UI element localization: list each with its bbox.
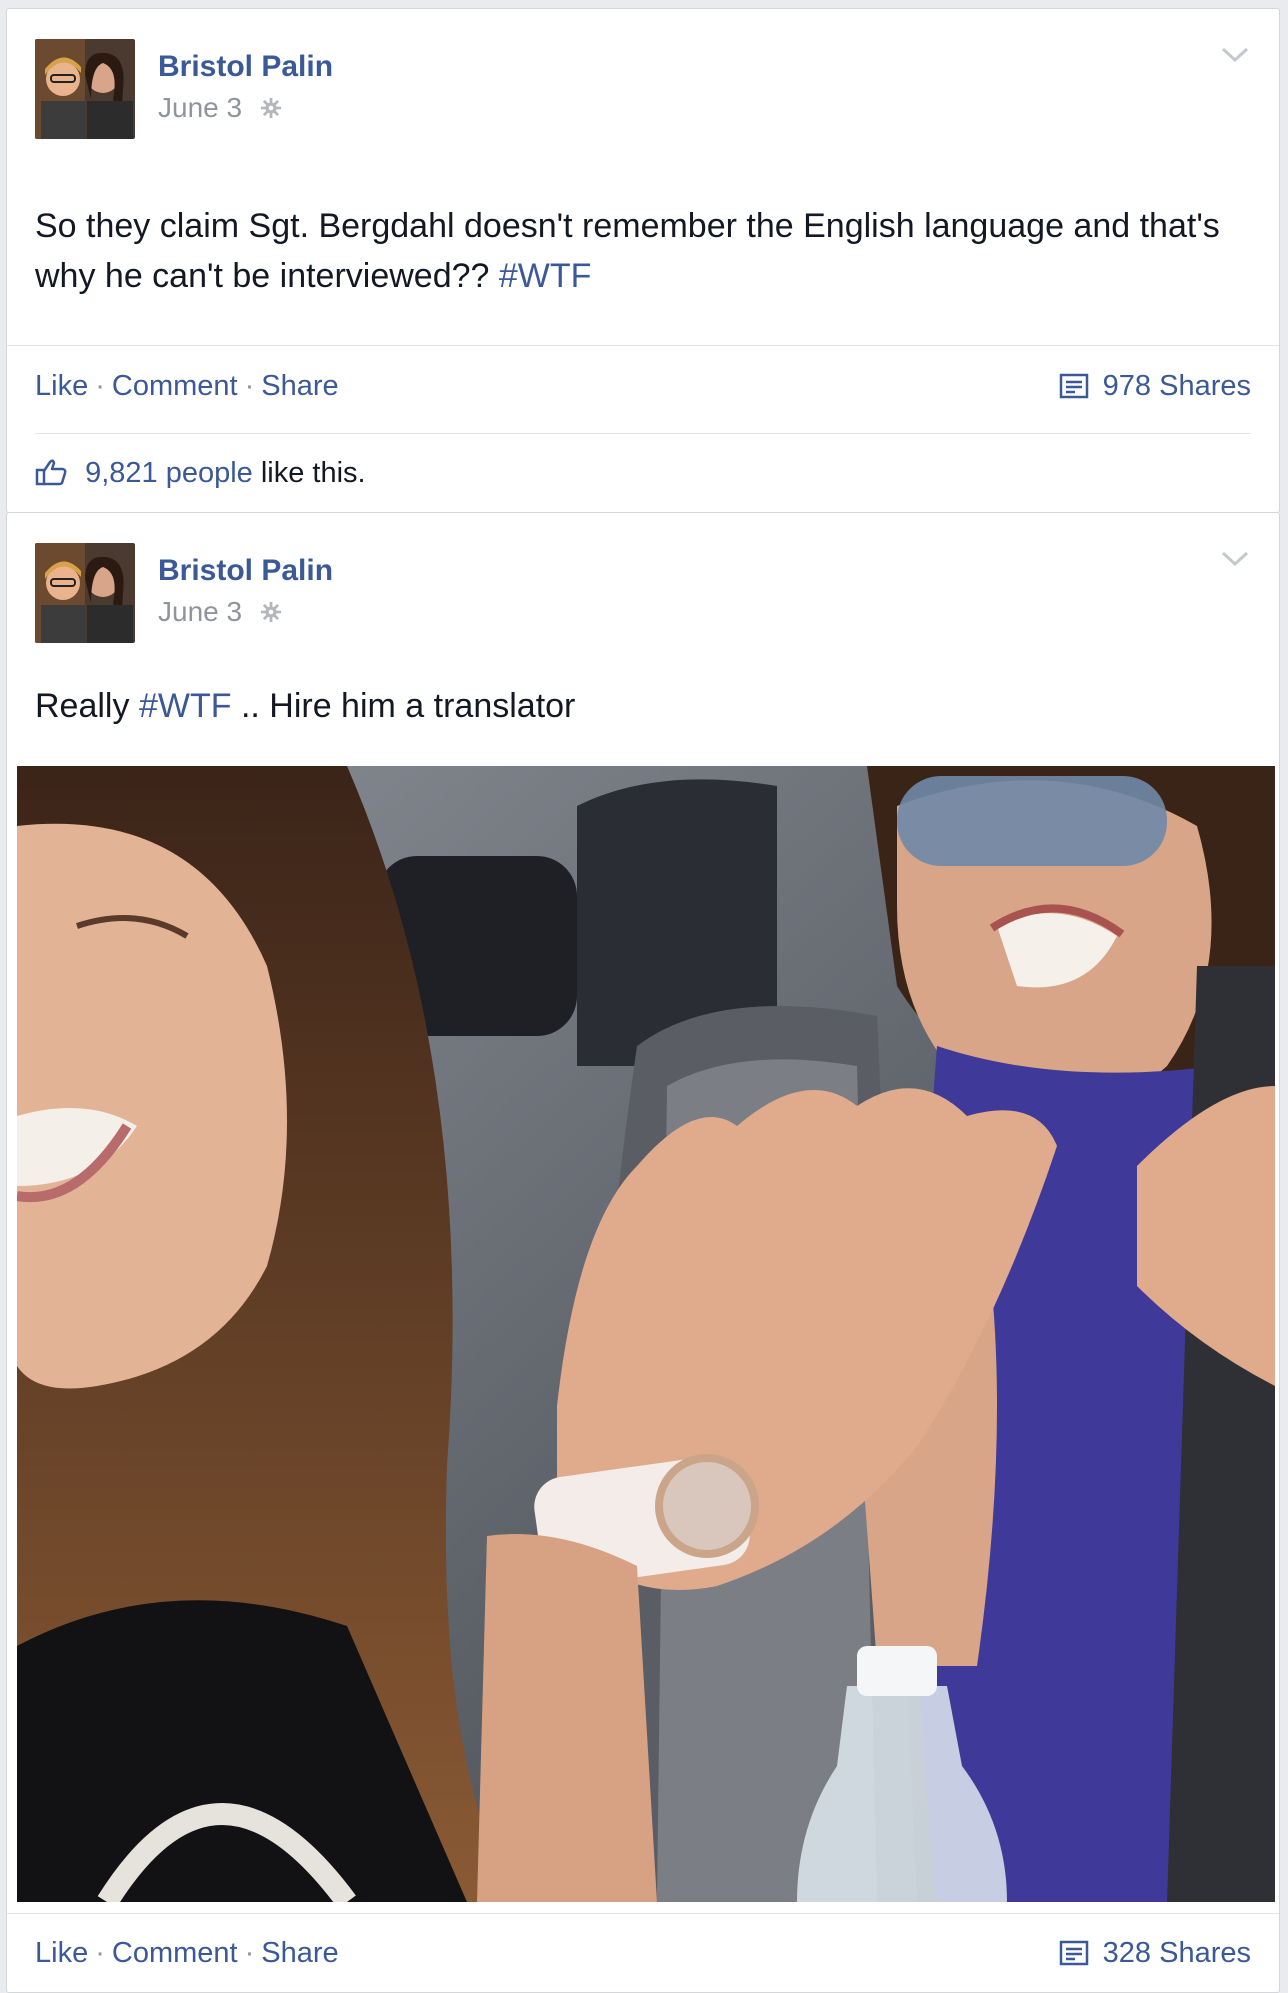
post-date[interactable]: June 3 bbox=[158, 92, 242, 123]
like-link[interactable]: Like bbox=[35, 370, 88, 402]
share-link[interactable]: Share bbox=[261, 370, 338, 402]
avatar[interactable] bbox=[35, 39, 135, 139]
gear-icon[interactable] bbox=[260, 598, 282, 630]
likes-suffix: like this. bbox=[260, 457, 366, 489]
comment-link[interactable]: Comment bbox=[112, 370, 238, 402]
likes-people-link[interactable]: people bbox=[166, 457, 253, 489]
avatar[interactable] bbox=[35, 543, 135, 643]
gear-icon[interactable] bbox=[260, 94, 282, 126]
shares-count[interactable]: 328 Shares bbox=[1059, 1937, 1251, 1970]
post-actions: Like · Comment · Share bbox=[35, 370, 339, 402]
feed-post: Bristol Palin June 3 So they claim Sgt. … bbox=[6, 8, 1280, 513]
chevron-down-icon[interactable] bbox=[1221, 551, 1249, 572]
post-author[interactable]: Bristol Palin bbox=[158, 50, 333, 84]
likes-summary: 9,821 people like this. bbox=[35, 457, 366, 490]
post-date-row: June 3 bbox=[158, 596, 282, 630]
like-link[interactable]: Like bbox=[35, 1937, 88, 1969]
shares-count[interactable]: 978 Shares bbox=[1059, 370, 1251, 403]
post-text: Really #WTF .. Hire him a translator bbox=[35, 681, 1251, 731]
hashtag-link[interactable]: #WTF bbox=[139, 687, 232, 725]
feed-post: Bristol Palin June 3 Really #WTF .. Hire… bbox=[6, 512, 1280, 1993]
comment-link[interactable]: Comment bbox=[112, 1937, 238, 1969]
post-date-row: June 3 bbox=[158, 92, 282, 126]
share-link[interactable]: Share bbox=[261, 1937, 338, 1969]
post-body: So they claim Sgt. Bergdahl doesn't reme… bbox=[35, 207, 1220, 295]
post-date[interactable]: June 3 bbox=[158, 596, 242, 627]
hashtag-link[interactable]: #WTF bbox=[499, 257, 592, 295]
divider bbox=[7, 345, 1279, 346]
likes-count[interactable]: 9,821 bbox=[85, 457, 158, 489]
post-photo[interactable] bbox=[17, 766, 1275, 1902]
divider bbox=[7, 1913, 1279, 1914]
shares-label: 328 Shares bbox=[1102, 1937, 1251, 1969]
shares-label: 978 Shares bbox=[1102, 370, 1251, 402]
thumbs-up-icon bbox=[35, 457, 85, 489]
shares-icon bbox=[1059, 1937, 1103, 1969]
post-body-continued: .. Hire him a translator bbox=[240, 687, 576, 725]
post-text: So they claim Sgt. Bergdahl doesn't reme… bbox=[35, 201, 1251, 301]
shares-icon bbox=[1059, 370, 1103, 402]
post-body: Really bbox=[35, 687, 130, 725]
divider bbox=[35, 433, 1251, 434]
post-actions: Like · Comment · Share bbox=[35, 1937, 339, 1969]
post-author[interactable]: Bristol Palin bbox=[158, 554, 333, 588]
chevron-down-icon[interactable] bbox=[1221, 47, 1249, 68]
